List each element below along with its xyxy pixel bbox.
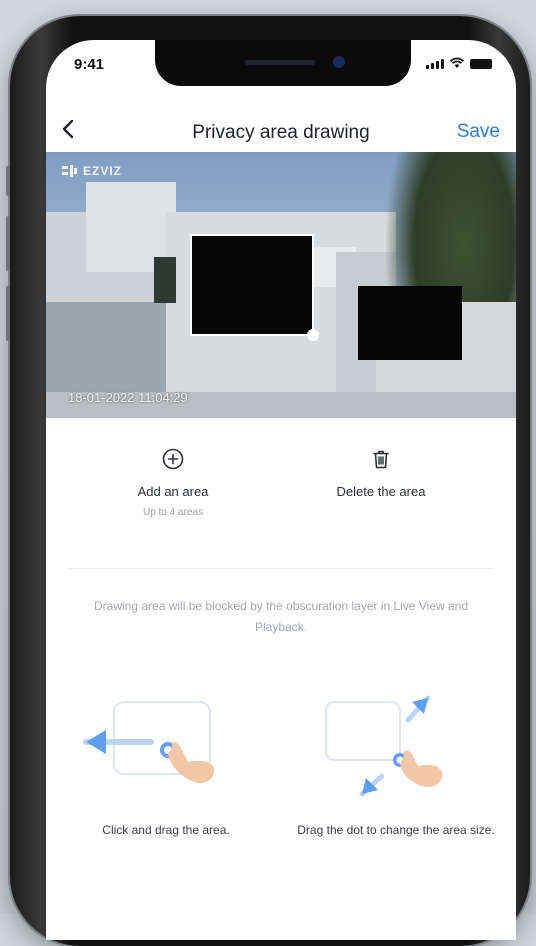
resize-area-illustration-icon bbox=[325, 695, 443, 797]
phone-notch bbox=[155, 40, 411, 86]
speaker bbox=[245, 60, 315, 65]
add-area-sublabel: Up to 4 areas bbox=[142, 507, 204, 518]
resize-handle[interactable] bbox=[307, 329, 319, 341]
signal-icon bbox=[426, 59, 444, 69]
guide-drag-caption: Click and drag the area. bbox=[102, 823, 230, 837]
status-time: 9:41 bbox=[74, 56, 105, 73]
status-icons bbox=[426, 57, 492, 69]
page-title: Privacy area drawing bbox=[192, 122, 370, 143]
front-camera bbox=[333, 56, 345, 68]
divider bbox=[68, 568, 494, 569]
guide-resize-caption: Drag the dot to change the area size. bbox=[297, 823, 495, 837]
window bbox=[154, 257, 176, 303]
privacy-mask[interactable] bbox=[358, 286, 462, 360]
drag-area-illustration-icon bbox=[83, 701, 215, 784]
save-button[interactable]: Save bbox=[457, 121, 500, 143]
battery-icon bbox=[470, 59, 492, 69]
guide-drag-area: Click and drag the area. bbox=[56, 680, 276, 900]
phone-screen: 9:41 Privacy area drawing Save EZVIZ 18-… bbox=[46, 40, 516, 940]
brand-logo: EZVIZ bbox=[62, 164, 122, 178]
plus-circle-icon bbox=[162, 448, 184, 470]
info-text: Drawing area will be blocked by the obsc… bbox=[94, 599, 468, 634]
delete-area-button[interactable]: Delete the area bbox=[286, 418, 476, 499]
delete-area-label: Delete the area bbox=[336, 484, 426, 499]
brand-text: EZVIZ bbox=[83, 164, 123, 178]
add-area-button[interactable]: Add an area Up to 4 areas bbox=[78, 418, 268, 518]
privacy-mask-selected[interactable] bbox=[190, 234, 319, 341]
ezviz-logo-icon bbox=[62, 165, 77, 177]
camera-timestamp: 18-01-2022 11:04:29 bbox=[68, 390, 188, 405]
mute-switch bbox=[6, 166, 10, 196]
volume-up-button bbox=[6, 216, 10, 271]
area-actions: Add an area Up to 4 areas Delete the are… bbox=[46, 418, 516, 568]
nav-bar: Privacy area drawing Save bbox=[46, 110, 516, 154]
camera-view[interactable]: EZVIZ 18-01-2022 11:04:29 bbox=[46, 152, 516, 418]
guide-resize-area: Drag the dot to change the area size. bbox=[286, 680, 506, 900]
trash-icon bbox=[373, 450, 389, 469]
volume-down-button bbox=[6, 286, 10, 341]
wifi-icon bbox=[450, 57, 464, 68]
add-area-label: Add an area bbox=[137, 484, 209, 499]
